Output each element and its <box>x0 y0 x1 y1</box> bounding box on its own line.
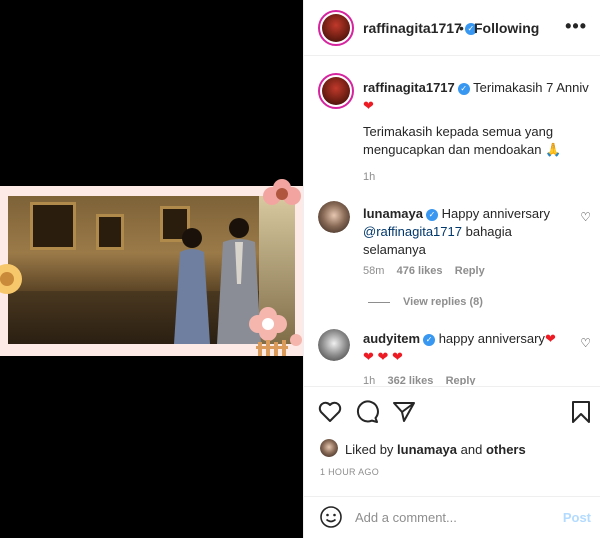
comment-meta: 58m 476 likes Reply <box>363 265 485 277</box>
post-sidebar: raffinagita1717 ✓ • Following ••• raffina… <box>303 0 600 538</box>
comment-like-heart-icon[interactable]: ♡ <box>580 336 591 350</box>
flower-decoration-icon <box>263 179 301 205</box>
liked-by-user[interactable]: lunamaya <box>397 442 457 457</box>
following-button[interactable]: Following <box>474 20 539 36</box>
verified-badge-icon: ✓ <box>425 208 438 221</box>
liked-by-prefix: Liked by <box>345 442 394 457</box>
pray-icon: 🙏 <box>545 142 562 157</box>
comment-like-heart-icon[interactable]: ♡ <box>580 210 591 224</box>
avatar[interactable] <box>318 10 354 46</box>
mention-link[interactable]: @raffinagita1717 <box>363 224 462 239</box>
add-comment-bar: Add a comment... Post <box>304 496 600 538</box>
red-heart-icon: ❤ <box>544 331 556 346</box>
photo-frame <box>0 179 303 356</box>
verified-badge-icon: ✓ <box>457 82 470 95</box>
comment-time: 58m <box>363 265 385 277</box>
liked-by-avatar[interactable] <box>320 439 338 457</box>
post-actions: Liked by lunamaya and others 1 HOUR AGO <box>304 386 600 486</box>
comment-text: lunamaya ✓ Happy anniversary @raffinagita… <box>363 205 573 259</box>
comment-likes[interactable]: 362 likes <box>387 375 433 385</box>
post-timestamp: 1 HOUR AGO <box>320 467 380 477</box>
comment-avatar[interactable] <box>318 329 350 361</box>
liked-by-others[interactable]: others <box>486 442 526 457</box>
flower-decoration-icon <box>249 307 302 356</box>
header-separator: • <box>459 20 464 36</box>
bookmark-icon[interactable] <box>571 400 591 424</box>
comment-username[interactable]: audyitem <box>363 331 420 346</box>
comment-avatar[interactable] <box>318 201 350 233</box>
comment-username[interactable]: lunamaya <box>363 206 423 221</box>
red-heart-icon: ❤ <box>363 98 374 113</box>
post-header: raffinagita1717 ✓ • Following ••• <box>304 0 600 56</box>
flower-decoration-icon <box>0 264 22 294</box>
view-replies-button[interactable]: View replies (8) <box>403 296 483 308</box>
view-replies-line <box>368 302 390 303</box>
share-icon[interactable] <box>392 401 416 423</box>
comment-body: Happy anniversary <box>441 206 550 221</box>
verified-badge-icon: ✓ <box>423 333 436 346</box>
caption-body-text: Terimakasih kepada semua yang mengucapka… <box>363 124 554 157</box>
caption-avatar[interactable] <box>318 73 354 109</box>
post-media[interactable] <box>0 0 303 538</box>
heart-icon[interactable] <box>318 401 342 423</box>
post-button[interactable]: Post <box>563 510 591 525</box>
red-hearts-icon: ❤ ❤ ❤ <box>363 349 403 364</box>
more-icon[interactable]: ••• <box>565 16 587 37</box>
liked-by-and: and <box>460 442 483 457</box>
comment-body: happy anniversary <box>438 331 545 346</box>
reply-button[interactable]: Reply <box>446 375 476 385</box>
comment-icon[interactable] <box>355 400 379 424</box>
caption-body: Terimakasih kepada semua yang mengucapka… <box>363 123 585 159</box>
comment-input[interactable]: Add a comment... <box>355 510 457 525</box>
caption-text: Terimakasih 7 Anniv <box>473 80 589 95</box>
header-username[interactable]: raffinagita1717 <box>363 20 462 36</box>
caption-username[interactable]: raffinagita1717 <box>363 80 455 95</box>
comment-likes[interactable]: 476 likes <box>397 265 443 277</box>
comment-time: 1h <box>363 375 376 385</box>
emoji-icon[interactable] <box>319 505 343 529</box>
comment-meta: 1h 362 likes Reply <box>363 375 476 385</box>
liked-by: Liked by lunamaya and others <box>345 442 526 457</box>
comment-text: audyitem ✓ happy anniversary❤ ❤ ❤ ❤ <box>363 330 573 366</box>
caption-time: 1h <box>363 171 376 183</box>
reply-button[interactable]: Reply <box>455 265 485 277</box>
comments-list[interactable]: raffinagita1717 ✓ Terimakasih 7 Anniv ❤ T… <box>304 57 600 385</box>
caption-line: raffinagita1717 ✓ Terimakasih 7 Anniv ❤ <box>363 79 589 115</box>
